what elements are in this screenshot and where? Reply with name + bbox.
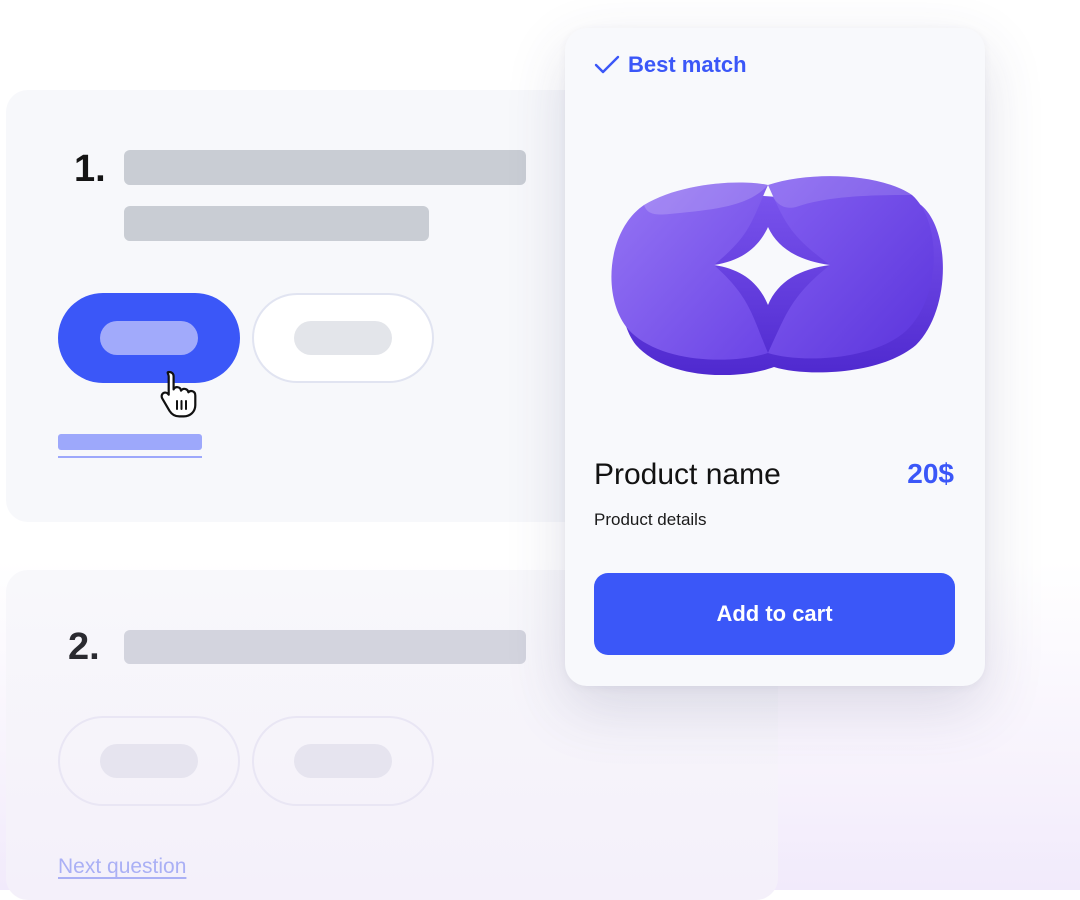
check-icon xyxy=(594,55,620,74)
question-number-2: 2. xyxy=(68,626,100,668)
link-placeholder[interactable] xyxy=(58,434,202,450)
answer-label-placeholder xyxy=(294,744,392,778)
question-text-placeholder-line-2 xyxy=(124,206,429,241)
link-underline xyxy=(58,456,202,458)
answer-label-placeholder xyxy=(100,321,198,355)
best-match-badge: Best match xyxy=(594,52,747,78)
add-to-cart-button[interactable]: Add to cart xyxy=(594,573,955,655)
next-question-link[interactable]: Next question xyxy=(58,855,186,879)
product-details: Product details xyxy=(594,510,707,529)
best-match-label: Best match xyxy=(628,52,747,77)
product-name: Product name xyxy=(594,458,781,491)
question-text-placeholder-line-1 xyxy=(124,150,526,185)
answer-option-4[interactable] xyxy=(252,716,434,806)
question-text-placeholder-line-3 xyxy=(124,630,526,664)
product-price: 20$ xyxy=(907,458,954,489)
answer-label-placeholder xyxy=(100,744,198,778)
answer-option-2[interactable] xyxy=(252,293,434,383)
answer-option-3[interactable] xyxy=(58,716,240,806)
product-image xyxy=(611,176,943,375)
answer-label-placeholder xyxy=(294,321,392,355)
hand-pointer-icon xyxy=(160,370,197,418)
question-number-1: 1. xyxy=(74,148,106,190)
answer-option-1-selected[interactable] xyxy=(58,293,240,383)
